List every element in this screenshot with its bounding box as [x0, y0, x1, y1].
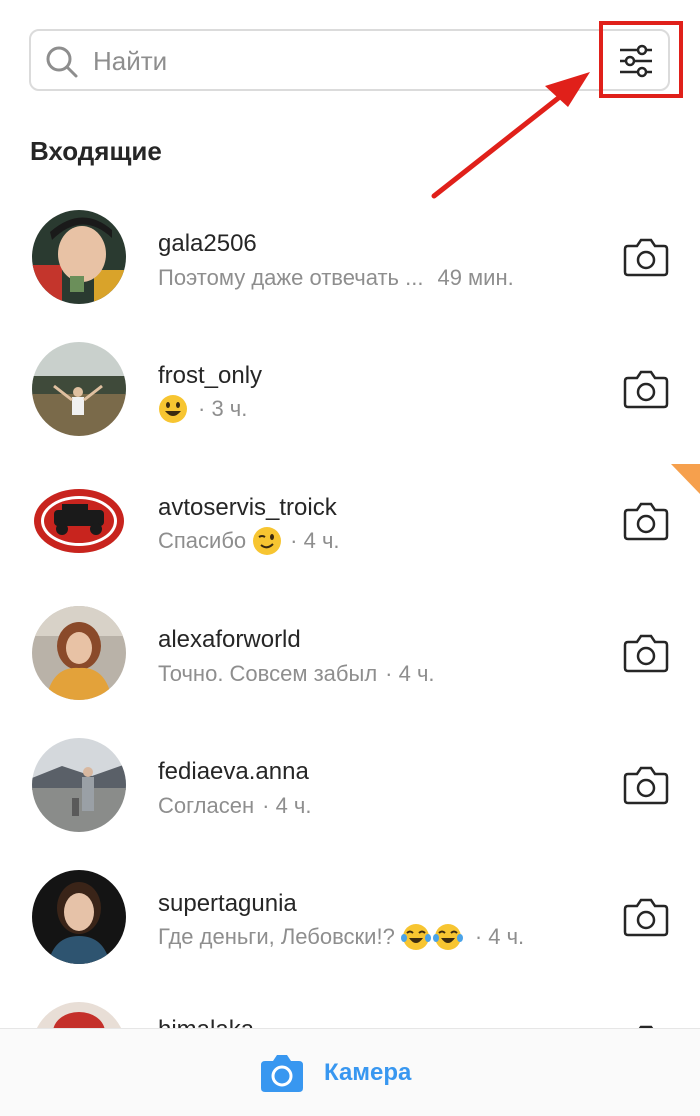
thread-preview: Согласен · 4 ч. — [158, 793, 312, 819]
thread-preview: Точно. Совсем забыл · 4 ч. — [158, 661, 435, 687]
avatar[interactable] — [32, 870, 126, 964]
thread-username: fediaeva.anna — [158, 758, 309, 785]
search-input[interactable] — [93, 43, 573, 79]
thread-preview-text: Где деньги, Лебовски!? — [158, 924, 395, 949]
thread-row[interactable]: supertagunia Где деньги, Лебовски!? · 4 … — [0, 852, 700, 984]
search-bar[interactable] — [29, 29, 670, 91]
thread-username: alexaforworld — [158, 626, 301, 653]
thread-preview-text: Поэтому даже отвечать ... — [158, 265, 424, 290]
avatar[interactable] — [32, 474, 126, 568]
section-title: Входящие — [30, 136, 162, 166]
camera-icon[interactable] — [622, 897, 670, 937]
thread-preview: Спасибо · 4 ч. — [158, 526, 340, 556]
avatar[interactable] — [32, 606, 126, 700]
winking-face-icon — [253, 527, 282, 555]
thread-time: · 4 ч. — [474, 924, 525, 949]
avatar[interactable] — [32, 210, 126, 304]
annotation-highlight-box — [599, 21, 683, 98]
thread-username: avtoservis_troick — [158, 494, 337, 521]
camera-icon[interactable] — [622, 765, 670, 805]
thread-preview-text: Точно. Совсем забыл — [158, 661, 378, 686]
avatar[interactable] — [32, 738, 126, 832]
thread-preview: · 3 ч. — [158, 394, 247, 424]
thread-preview: Где деньги, Лебовски!? · 4 ч. — [158, 922, 524, 952]
camera-icon[interactable] — [622, 501, 670, 541]
thread-username: gala2506 — [158, 230, 257, 257]
grinning-face-icon — [159, 395, 187, 423]
thread-time: 49 мин. — [437, 265, 514, 290]
camera-icon[interactable] — [622, 237, 670, 277]
tears-of-joy-icon — [400, 924, 431, 950]
thread-preview-text: Согласен — [158, 793, 255, 818]
camera-icon[interactable] — [622, 633, 670, 673]
thread-preview: Поэтому даже отвечать ... 49 мин. — [158, 265, 514, 291]
thread-username: frost_only — [158, 362, 263, 389]
camera-button-label: Камера — [324, 1059, 412, 1086]
thread-time: · 3 ч. — [198, 396, 248, 421]
thread-username: supertagunia — [158, 890, 297, 917]
thread-preview-text: Спасибо — [158, 528, 247, 553]
bottom-bar: Камера — [0, 1028, 700, 1116]
thread-time: · 4 ч. — [290, 528, 340, 553]
thread-row[interactable]: frost_only · 3 ч. — [0, 324, 700, 456]
tears-of-joy-icon — [432, 924, 463, 950]
thread-time: · 4 ч. — [385, 661, 435, 686]
thread-row[interactable]: gala2506 Поэтому даже отвечать ... 49 ми… — [0, 192, 700, 324]
camera-filled-icon — [261, 1055, 303, 1092]
thread-time: · 4 ч. — [262, 793, 312, 818]
avatar[interactable] — [32, 342, 126, 436]
camera-button[interactable]: Камера — [260, 1051, 411, 1095]
thread-row[interactable]: alexaforworld Точно. Совсем забыл · 4 ч. — [0, 588, 700, 720]
search-icon — [46, 46, 78, 78]
camera-icon[interactable] — [622, 369, 670, 409]
edge-tab-marker[interactable] — [671, 464, 700, 494]
thread-row[interactable]: avtoservis_troick Спасибо · 4 ч. — [0, 456, 700, 588]
thread-row[interactable]: fediaeva.anna Согласен · 4 ч. — [0, 720, 700, 852]
